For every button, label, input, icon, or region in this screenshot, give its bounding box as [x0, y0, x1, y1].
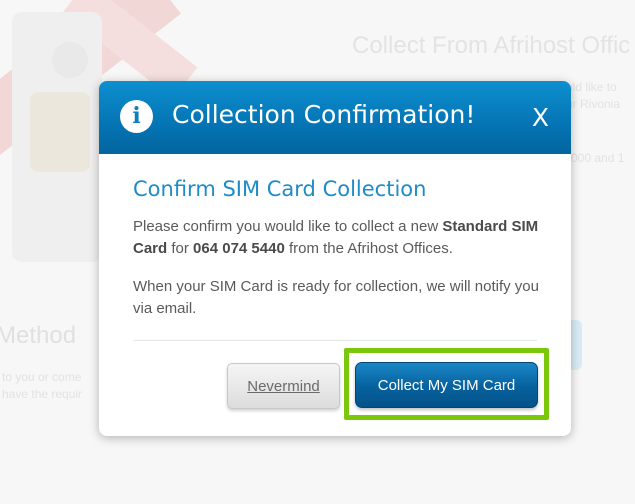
- sim-card-image: [12, 12, 102, 262]
- confirmation-message: Please confirm you would like to collect…: [133, 216, 543, 260]
- background-text: to you or come: [2, 370, 82, 384]
- dialog-subtitle: Confirm SIM Card Collection: [133, 177, 427, 201]
- divider: [133, 340, 537, 341]
- sim-chip: [30, 92, 90, 172]
- nevermind-button[interactable]: Nevermind: [227, 363, 340, 409]
- background-text: ur Rivonia: [566, 97, 621, 111]
- background-method-heading: Method: [0, 322, 77, 349]
- dialog-header: i Collection Confirmation! X: [99, 81, 571, 154]
- close-button[interactable]: X: [532, 103, 549, 132]
- phone-number: 064 074 5440: [193, 240, 285, 257]
- confirmation-dialog: i Collection Confirmation! X Confirm SIM…: [99, 81, 571, 436]
- nevermind-label: Nevermind: [247, 377, 320, 395]
- background-text: have the requir: [2, 387, 83, 401]
- dialog-title: Collection Confirmation!: [172, 100, 476, 129]
- collect-sim-card-button[interactable]: Collect My SIM Card: [355, 362, 538, 408]
- message-text: from the Afrihost Offices.: [284, 240, 453, 257]
- background-text: 000 and 1: [571, 151, 625, 165]
- message-text: Please confirm you would like to collect…: [133, 218, 443, 235]
- info-icon: i: [120, 100, 153, 133]
- notification-message: When your SIM Card is ready for collecti…: [133, 278, 539, 317]
- sim-logo: [52, 42, 88, 78]
- background-heading: Collect From Afrihost Offic: [352, 32, 631, 59]
- message-text: for: [167, 240, 194, 257]
- background-text: uld like to: [566, 80, 617, 94]
